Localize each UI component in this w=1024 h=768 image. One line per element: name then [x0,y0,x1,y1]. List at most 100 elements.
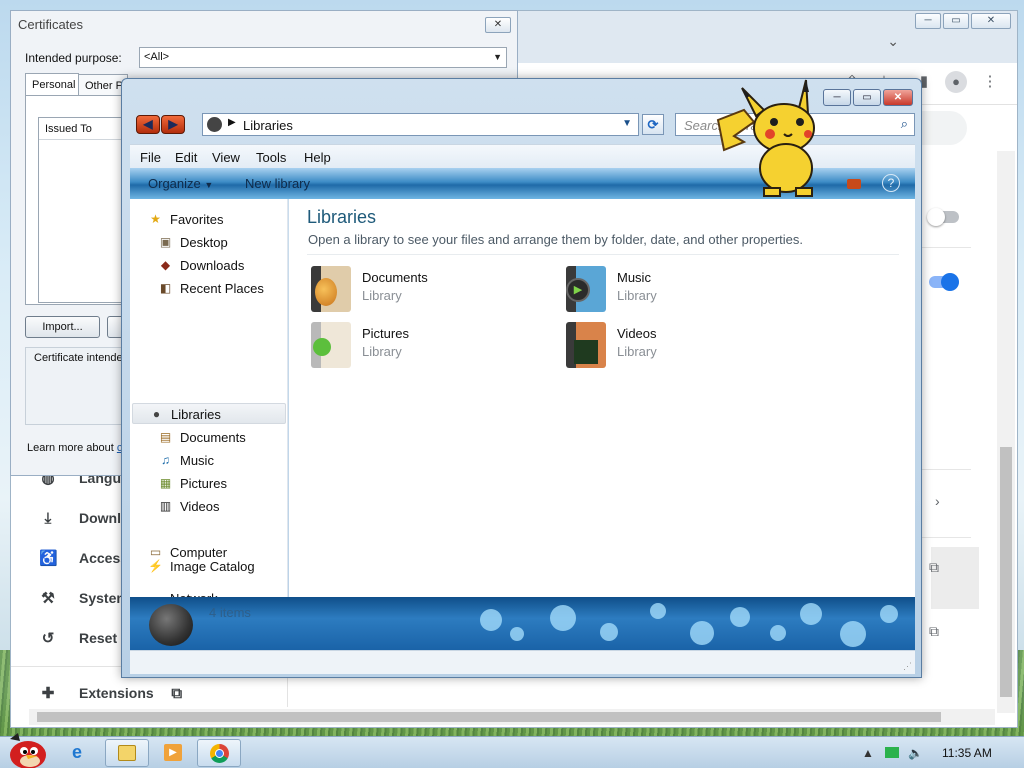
open-external-icon: ⧉ [171,684,183,702]
nav-desktop[interactable]: ▣ Desktop [130,232,286,253]
divider [307,254,899,255]
minimize-button[interactable]: ─ [823,89,851,106]
show-hidden-icons-icon[interactable]: ▲ [862,746,874,760]
menu-view[interactable]: View [212,150,240,165]
dropdown-arrow-icon: ▼ [493,52,502,62]
nav-favorites[interactable]: ★ Favorites [130,209,286,230]
intended-purpose-label: Intended purpose: [25,51,122,65]
taskbar-internet-explorer[interactable]: e [60,739,104,767]
address-bar[interactable]: ▶ Libraries ▼ [202,113,639,136]
tab-personal[interactable]: Personal [25,73,79,97]
horizontal-scrollbar[interactable] [29,709,995,725]
open-external-icon[interactable]: ⧉ [929,623,939,640]
dialog-title: Certificates [18,17,84,32]
dropdown-arrow-icon: ▼ [204,180,214,190]
library-music[interactable]: ▶ Music Library [566,266,786,316]
music-icon: ♫ [161,453,170,467]
intended-purpose-select[interactable]: <All> ▼ [139,47,507,68]
nav-documents[interactable]: ▤ Documents [130,427,286,448]
organize-button[interactable]: Organize ▼ [148,176,213,191]
desktop-icon: ▣ [159,235,172,249]
image-catalog-icon: ⚡ [148,559,163,573]
internet-explorer-icon: e [72,742,83,762]
column-header-issued-to[interactable]: Issued To [39,118,127,140]
setting-toggle-on[interactable] [929,273,959,291]
puzzle-icon: ✚ [41,685,55,702]
new-library-button[interactable]: New library [245,176,310,191]
libraries-icon [207,117,222,132]
library-pictures[interactable]: Pictures Library [311,322,531,372]
library-documents[interactable]: Documents Library [311,266,531,316]
nav-music[interactable]: ♫ Music [130,450,286,471]
learn-more-text: Learn more about c [27,442,123,454]
minimize-button[interactable]: ─ [915,13,941,29]
clock[interactable]: 11:35 AM [942,746,992,760]
media-player-icon: ▶ [164,744,182,761]
history-icon: ↺ [41,630,55,647]
status-bar: ⋰ [130,650,915,674]
sidebar-item-extensions[interactable]: ✚ Extensions ⧉ [39,681,186,705]
preview-pane-icon[interactable] [847,179,861,189]
wrench-icon: ⚒ [41,590,55,607]
open-external-icon[interactable]: ⧉ [929,559,939,576]
maximize-button[interactable]: ▭ [853,89,881,106]
forward-button[interactable]: ▶ [161,115,185,134]
recent-places-icon: ◧ [159,281,172,295]
item-count: 4 items [209,605,251,620]
resize-grip-icon[interactable]: ⋰ [903,661,912,672]
taskbar-chrome[interactable] [197,739,241,767]
breadcrumb-libraries[interactable]: Libraries [243,118,293,133]
taskbar: e ▶ ▲ 🔈 11:35 AM [0,733,1024,768]
nav-libraries[interactable]: ● Libraries [132,403,286,424]
page-subtitle: Open a library to see your files and arr… [308,232,804,247]
menu-file[interactable]: File [140,150,161,165]
page-title: Libraries [307,207,377,227]
download-icon: ⤓ [44,509,52,527]
pictures-icon: ▦ [159,476,172,490]
start-button-angry-bird-icon[interactable] [4,731,48,768]
refresh-button[interactable]: ⟳ [642,114,664,135]
nav-videos[interactable]: ▥ Videos [130,496,286,517]
star-icon: ★ [150,212,161,226]
chevron-right-icon[interactable]: › [935,493,940,509]
library-videos[interactable]: Videos Library [566,322,786,372]
setting-toggle-off[interactable] [927,208,959,226]
close-button[interactable]: ✕ [971,13,1011,29]
help-icon[interactable]: ? [882,174,900,192]
search-icon[interactable]: ⌕ [901,116,908,132]
nav-downloads[interactable]: ◆ Downloads [130,255,286,276]
import-button[interactable]: Import... [25,316,100,338]
content-pane: Libraries Open a library to see your fil… [289,199,915,597]
breadcrumb-arrow-icon[interactable]: ▶ [228,117,236,128]
close-button[interactable]: ✕ [883,89,913,106]
menu-edit[interactable]: Edit [175,150,197,165]
volume-icon[interactable]: 🔈 [908,746,923,760]
folder-icon [118,745,136,761]
taskbar-media-player[interactable]: ▶ [151,739,195,767]
music-library-icon: ▶ [566,266,606,312]
profile-avatar-icon[interactable]: ● [945,71,967,93]
network-status-icon[interactable] [885,747,899,758]
close-button[interactable]: ✕ [485,17,511,33]
chevron-down-icon[interactable]: ⌄ [887,33,899,50]
libraries-icon: ● [152,407,161,421]
menu-tools[interactable]: Tools [256,150,286,165]
nav-image-catalog[interactable]: ⚡ Image Catalog [130,556,286,577]
menu-help[interactable]: Help [304,150,331,165]
sidebar-item-reset[interactable]: ↺ Reset a [39,626,129,650]
kebab-menu-icon[interactable]: ⋮ [979,71,1001,93]
sidebar-item-system[interactable]: ⚒ System [39,586,129,610]
back-button[interactable]: ◀ [136,115,160,134]
details-pane: 4 items [130,597,915,650]
nav-pictures[interactable]: ▦ Pictures [130,473,286,494]
vertical-scrollbar[interactable] [997,151,1015,713]
taskbar-explorer[interactable] [105,739,149,767]
sidebar-item-downloads[interactable]: ⤓ Downlo [39,506,130,530]
libraries-thumbnail [149,604,193,646]
nav-recent-places[interactable]: ◧ Recent Places [130,278,286,299]
certificate-list[interactable]: Issued To [38,117,128,303]
maximize-button[interactable]: ▭ [943,13,969,29]
address-dropdown-icon[interactable]: ▼ [622,118,632,129]
sidebar-item-accessibility[interactable]: ♿ Access [39,546,128,570]
purposes-label: Certificate intende [34,352,123,364]
